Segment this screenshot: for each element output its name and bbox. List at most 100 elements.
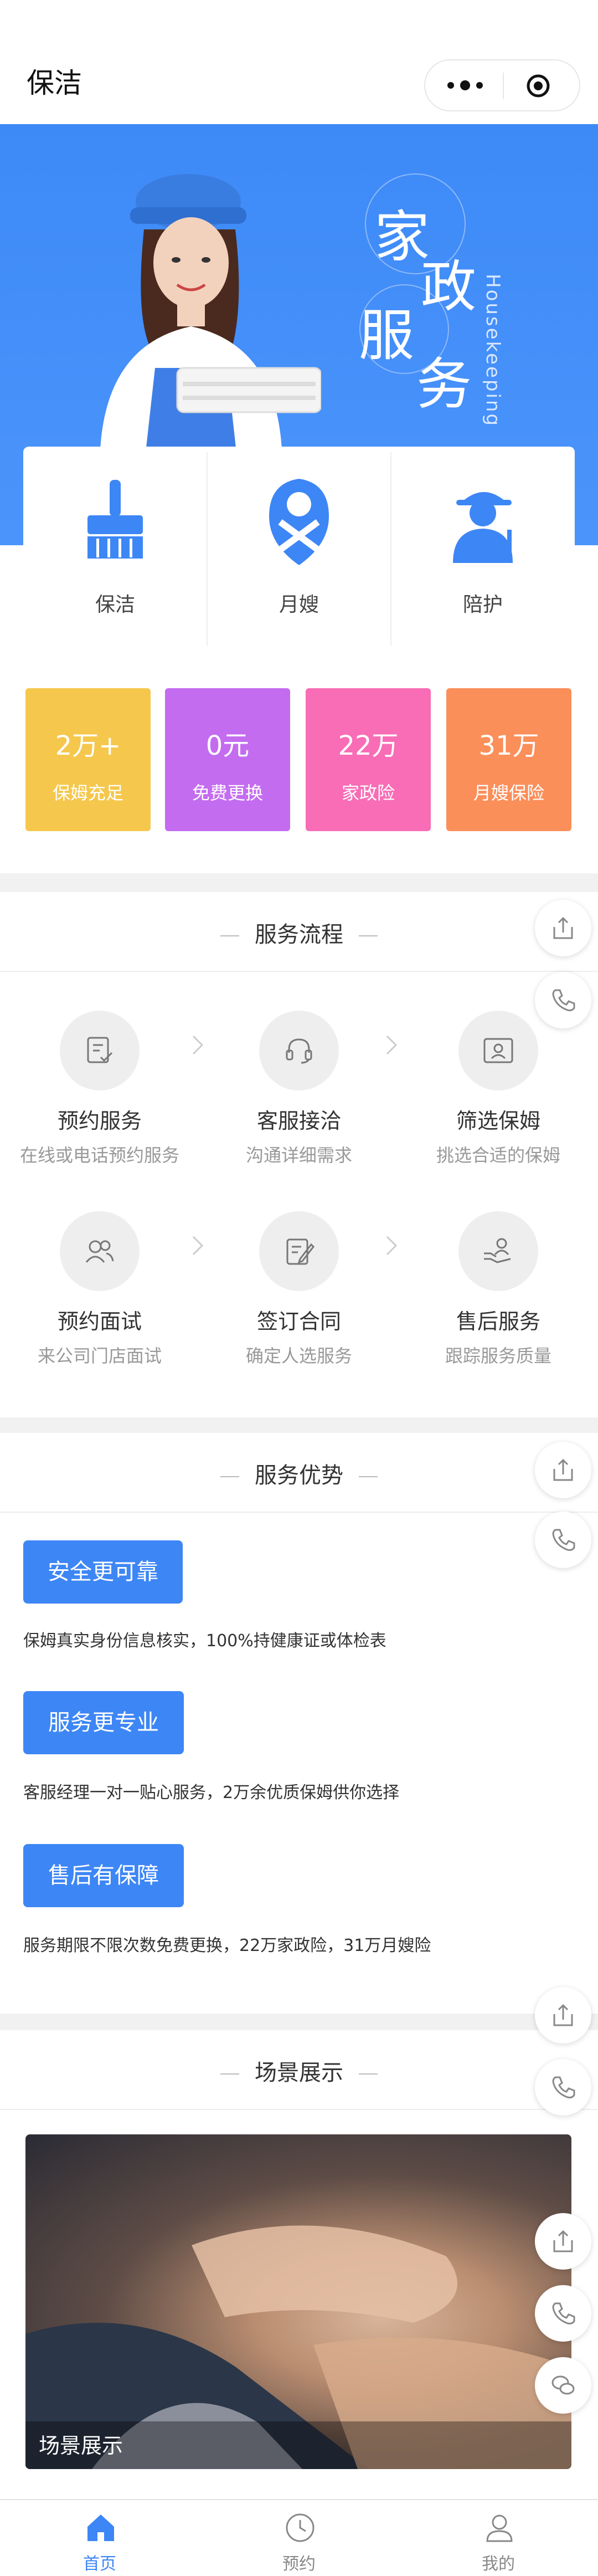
clock-icon bbox=[286, 2513, 315, 2542]
user-icon bbox=[486, 2514, 513, 2542]
step-desc: 沟通详细需求 bbox=[245, 1145, 352, 1166]
housekeeper-illustration bbox=[100, 174, 321, 468]
share-icon bbox=[553, 2004, 573, 2026]
step-name: 售后服务 bbox=[456, 1309, 540, 1334]
category-item-cleaning[interactable]: 保洁 bbox=[23, 447, 207, 654]
section-divider bbox=[0, 971, 598, 972]
headset-icon bbox=[286, 1038, 312, 1064]
stat-value: 22万 bbox=[338, 730, 399, 761]
hero-char-2: 政 bbox=[421, 254, 476, 319]
phone-icon bbox=[552, 2076, 575, 2098]
caregiver-icon bbox=[453, 492, 513, 563]
step-circle bbox=[458, 1211, 538, 1291]
capsule-menu bbox=[424, 59, 580, 111]
step-name: 筛选保姆 bbox=[456, 1109, 540, 1133]
share-icon bbox=[553, 2230, 573, 2252]
id-card-icon bbox=[483, 1038, 513, 1063]
stat-card-insurance[interactable]: 22万 家政险 bbox=[306, 688, 431, 831]
capsule-divider bbox=[503, 73, 504, 99]
section-title: 服务优势 bbox=[0, 1457, 598, 1489]
bottom-tab-bar: 首页 预约 我的 bbox=[0, 2499, 598, 2576]
more-dots-icon[interactable] bbox=[445, 79, 485, 92]
section-title: 服务流程 bbox=[0, 916, 598, 949]
advantage-button-safety[interactable]: 安全更可靠 bbox=[23, 1540, 183, 1604]
phone-float-button[interactable] bbox=[535, 2285, 591, 2342]
step-desc: 在线或电话预约服务 bbox=[19, 1145, 179, 1166]
advantage-button-professional[interactable]: 服务更专业 bbox=[23, 1691, 184, 1754]
phone-icon bbox=[552, 989, 575, 1011]
category-label: 陪护 bbox=[462, 593, 503, 616]
stat-label: 保姆充足 bbox=[52, 782, 123, 803]
phone-icon bbox=[552, 1529, 575, 1551]
wechat-icon bbox=[551, 2375, 575, 2395]
tab-label: 我的 bbox=[482, 2554, 515, 2574]
stat-label: 家政险 bbox=[341, 782, 395, 803]
scene-image[interactable]: 场景展示 bbox=[25, 2134, 571, 2469]
share-float-button[interactable] bbox=[535, 2213, 591, 2270]
stat-card-free-replace[interactable]: 0元 免费更换 bbox=[165, 688, 290, 831]
cleaning-brush-icon bbox=[87, 480, 143, 559]
chevron-right-icon bbox=[190, 892, 207, 914]
category-item-nanny[interactable]: 月嫂 bbox=[207, 447, 391, 654]
category-item-caregiver[interactable]: 陪护 bbox=[391, 447, 575, 654]
tab-label: 预约 bbox=[282, 2554, 316, 2574]
scene-photo bbox=[25, 2225, 571, 2469]
top-nav-bar: 保洁 bbox=[0, 0, 598, 124]
step-name: 预约服务 bbox=[57, 1109, 142, 1133]
stat-value: 0元 bbox=[205, 730, 250, 761]
tab-booking[interactable]: 预约 bbox=[199, 2500, 399, 2576]
step-circle bbox=[60, 1211, 140, 1291]
step-circle bbox=[60, 1011, 140, 1090]
step-desc: 确定人选服务 bbox=[245, 1345, 352, 1366]
stat-label: 月嫂保险 bbox=[473, 782, 544, 803]
section-divider bbox=[0, 1512, 598, 1513]
share-float-button[interactable] bbox=[535, 900, 591, 956]
step-desc: 来公司门店面试 bbox=[37, 1345, 162, 1366]
step-name: 签订合同 bbox=[256, 1309, 341, 1334]
target-icon[interactable] bbox=[526, 74, 550, 98]
share-float-button[interactable] bbox=[535, 1987, 591, 2044]
category-label: 月嫂 bbox=[279, 593, 319, 616]
section-divider bbox=[0, 2109, 598, 2110]
step-circle bbox=[458, 1011, 538, 1090]
interview-icon bbox=[85, 1240, 114, 1263]
advantage-button-aftersales[interactable]: 售后有保障 bbox=[23, 1844, 184, 1907]
after-sales-icon bbox=[484, 1238, 511, 1263]
hero-english: Housekeeping bbox=[482, 274, 504, 428]
hero-char-4: 务 bbox=[416, 352, 472, 417]
step-circle bbox=[259, 1211, 339, 1291]
advantage-desc: 服务期限不限次数免费更换，22万家政险，31万月嫂险 bbox=[23, 1936, 431, 1955]
page-title: 保洁 bbox=[27, 67, 82, 99]
stat-card-maternity-insurance[interactable]: 31万 月嫂保险 bbox=[446, 688, 571, 831]
hero-char-3: 服 bbox=[359, 303, 414, 368]
wechat-float-button[interactable] bbox=[535, 2357, 591, 2414]
share-icon bbox=[553, 916, 573, 939]
phone-float-button[interactable] bbox=[535, 2059, 591, 2116]
step-desc: 跟踪服务质量 bbox=[445, 1345, 551, 1366]
share-icon bbox=[553, 1458, 573, 1481]
category-label: 保洁 bbox=[95, 593, 135, 616]
nanny-badge-icon bbox=[269, 479, 329, 565]
step-circle bbox=[259, 1011, 339, 1090]
category-card: 保洁 月嫂 陪护 bbox=[23, 447, 575, 654]
appointment-icon bbox=[87, 1037, 113, 1063]
advantage-desc: 保姆真实身份信息核实，100%持健康证或体检表 bbox=[23, 1631, 386, 1651]
contract-icon bbox=[286, 1238, 315, 1265]
stat-card-nannies[interactable]: 2万+ 保姆充足 bbox=[25, 688, 151, 831]
share-float-button[interactable] bbox=[535, 1442, 591, 1498]
chevron-right-icon bbox=[192, 1035, 204, 1055]
phone-float-button[interactable] bbox=[535, 1512, 591, 1568]
phone-icon bbox=[552, 2302, 575, 2324]
phone-float-button[interactable] bbox=[535, 972, 591, 1028]
stat-label: 免费更换 bbox=[192, 782, 263, 803]
advantages-section: 服务优势 安全更可靠 保姆真实身份信息核实，100%持健康证或体检表 服务更专业… bbox=[0, 1433, 598, 2014]
step-name: 客服接洽 bbox=[256, 1109, 341, 1133]
chevron-right-icon bbox=[386, 1035, 398, 1055]
home-icon bbox=[87, 2514, 114, 2541]
tab-home[interactable]: 首页 bbox=[0, 2500, 199, 2576]
stat-value: 2万+ bbox=[55, 730, 121, 761]
section-title: 场景展示 bbox=[0, 2055, 598, 2087]
stat-value: 31万 bbox=[478, 730, 539, 761]
chevron-right-icon bbox=[192, 1236, 204, 1256]
tab-mine[interactable]: 我的 bbox=[399, 2500, 598, 2576]
